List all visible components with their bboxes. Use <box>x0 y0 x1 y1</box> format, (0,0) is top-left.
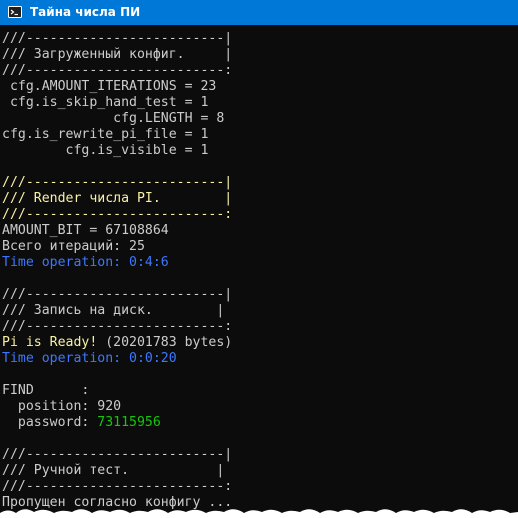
console-line: cfg.is_skip_hand_test = 1 <box>2 95 232 111</box>
console-line: Time operation: 0:0:20 <box>2 351 232 367</box>
console-line: ///-------------------------: <box>2 319 232 335</box>
console-text: AMOUNT_BIT = 67108864 <box>2 223 169 238</box>
console-text: ///-------------------------: <box>2 319 233 334</box>
console-text: cfg.LENGTH = 8 <box>2 111 225 126</box>
console-text: ///-------------------------: <box>2 479 233 494</box>
console-line: /// Запись на диск. | <box>2 303 232 319</box>
console-text: ///-------------------------| <box>2 287 233 302</box>
console-text: Pi is Ready! <box>2 335 106 350</box>
console-line: cfg.is_rewrite_pi_file = 1 <box>2 127 232 143</box>
window-title: Тайна числа ПИ <box>30 5 141 19</box>
console-text: ///-------------------------: <box>2 207 233 222</box>
console-line: password: 73115956 <box>2 415 232 431</box>
console-text: cfg.is_rewrite_pi_file = 1 <box>2 127 209 142</box>
console-text: Всего итераций: 25 <box>2 239 145 254</box>
console-text: cfg.is_skip_hand_test = 1 <box>2 95 209 110</box>
console-output[interactable]: ///-------------------------|/// Загруже… <box>0 25 518 518</box>
console-text: ///-------------------------| <box>2 447 233 462</box>
console-line: cfg.LENGTH = 8 <box>2 111 232 127</box>
console-text: /// Ручной тест. | <box>2 463 225 478</box>
console-line: FIND : <box>2 383 232 399</box>
console-text: position: 920 <box>2 399 122 414</box>
console-text: Time operation: 0:0:20 <box>2 351 177 366</box>
console-line: cfg.is_visible = 1 <box>2 143 232 159</box>
console-line: ///-------------------------: <box>2 479 232 495</box>
console-line: /// Render числа PI. | <box>2 191 232 207</box>
console-text: /// Загруженный конфиг. | <box>2 47 233 62</box>
console-text: (20201783 bytes) <box>105 335 233 350</box>
console-line: cfg.AMOUNT_ITERATIONS = 23 <box>2 79 232 95</box>
console-line: Time operation: 0:4:6 <box>2 255 232 271</box>
console-text: ///-------------------------: <box>2 63 233 78</box>
console-lines: ///-------------------------|/// Загруже… <box>2 31 232 511</box>
console-text: /// Render числа PI. | <box>2 191 233 206</box>
console-text: ///-------------------------| <box>2 31 233 46</box>
console-text: ///-------------------------| <box>2 175 233 190</box>
console-text: 73115956 <box>97 415 161 430</box>
console-text: password: <box>2 415 98 430</box>
console-line: position: 920 <box>2 399 232 415</box>
console-text: cfg.AMOUNT_ITERATIONS = 23 <box>2 79 217 94</box>
console-line: Pi is Ready! (20201783 bytes) <box>2 335 232 351</box>
console-line: AMOUNT_BIT = 67108864 <box>2 223 232 239</box>
console-line: ///-------------------------: <box>2 63 232 79</box>
console-text: FIND : <box>2 383 90 398</box>
console-line: ///-------------------------: <box>2 207 232 223</box>
console-line: ///-------------------------| <box>2 31 232 47</box>
console-line: ///-------------------------| <box>2 287 232 303</box>
console-line: Всего итераций: 25 <box>2 239 232 255</box>
console-line: /// Загруженный конфиг. | <box>2 47 232 63</box>
bottom-edge-decoration <box>0 509 518 518</box>
console-text: /// Запись на диск. | <box>2 303 225 318</box>
console-app-icon[interactable] <box>8 5 22 19</box>
console-line: ///-------------------------| <box>2 175 232 191</box>
title-bar[interactable]: Тайна числа ПИ <box>0 0 518 25</box>
console-text: cfg.is_visible = 1 <box>2 143 209 158</box>
console-line: ///-------------------------| <box>2 447 232 463</box>
console-text: Time operation: 0:4:6 <box>2 255 169 270</box>
console-line: /// Ручной тест. | <box>2 463 232 479</box>
